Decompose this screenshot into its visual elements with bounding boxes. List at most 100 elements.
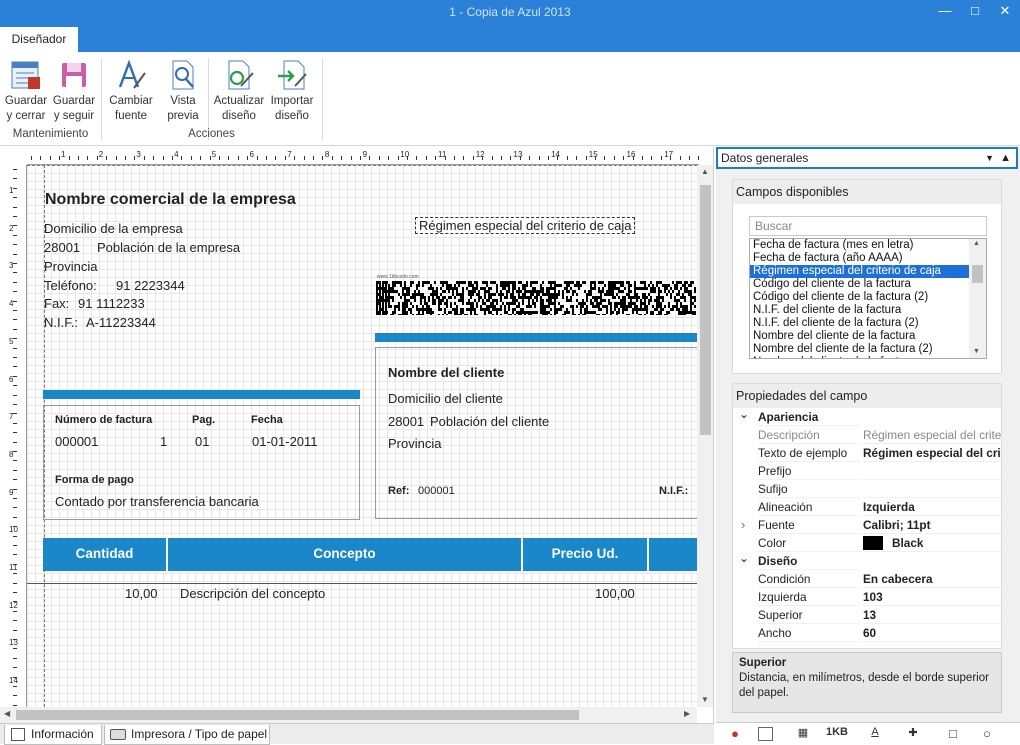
- property-row[interactable]: DescripciónRégimen especial del criterio…: [733, 426, 1001, 444]
- scroll-down-icon[interactable]: ▼: [701, 695, 709, 704]
- page-total[interactable]: 01: [195, 434, 209, 449]
- rectangle-icon[interactable]: □: [942, 726, 964, 742]
- regime-field-selected[interactable]: Régimen especial del criterio de caja: [415, 217, 636, 234]
- search-input[interactable]: Buscar: [749, 216, 987, 236]
- client-province[interactable]: Provincia: [388, 436, 441, 451]
- circle-icon[interactable]: ○: [976, 726, 998, 742]
- guardar-cerrar-button[interactable]: Guardar y cerrar: [4, 58, 48, 124]
- data-source-dropdown[interactable]: Datos generales ▼ ▲: [716, 147, 1018, 169]
- date-label[interactable]: Fecha: [251, 414, 283, 426]
- text-icon[interactable]: A: [864, 726, 886, 742]
- field-list-item[interactable]: Nombre del cliente de la factura (2): [750, 343, 986, 356]
- horizontal-scroll-thumb[interactable]: [16, 710, 579, 720]
- fields-scrollbar[interactable]: ▲ ▼: [969, 239, 986, 358]
- property-row[interactable]: Izquierda 103: [733, 588, 1001, 606]
- ruler-horizontal[interactable]: 1 2 3 4 5 6 7 8 9 10 11 12 13 14 15 16 17: [27, 147, 700, 165]
- vertical-scroll-thumb[interactable]: [700, 185, 711, 435]
- report-canvas[interactable]: Nombre comercial de la empresa Domicilio…: [27, 165, 697, 707]
- column-precio[interactable]: Precio Ud.: [523, 538, 647, 571]
- client-address[interactable]: Domicilio del cliente: [388, 391, 503, 406]
- table-icon[interactable]: ▦: [792, 726, 814, 742]
- palette-icon[interactable]: ●: [724, 726, 746, 742]
- property-row[interactable]: Superior 13: [733, 606, 1001, 624]
- line-icon[interactable]: ✚: [902, 726, 924, 742]
- horizontal-scrollbar[interactable]: ◀ ▶: [0, 707, 697, 723]
- nif-value[interactable]: A-11223344: [86, 315, 156, 330]
- fax-label[interactable]: Fax:: [44, 296, 69, 311]
- fields-list[interactable]: Fecha de factura (mes en letra) Fecha de …: [749, 238, 987, 359]
- fields-scroll-thumb[interactable]: [972, 265, 983, 283]
- guardar-seguir-button[interactable]: Guardar y seguir: [52, 58, 96, 124]
- tab-disenador[interactable]: Diseñador: [0, 27, 78, 52]
- field-list-item[interactable]: Código del cliente de la factura (2): [750, 291, 986, 304]
- property-row[interactable]: › Fuente Calibri; 11pt: [733, 516, 1001, 534]
- property-value[interactable]: 60: [863, 624, 1001, 642]
- property-value[interactable]: Régimen especial del criterio de caja: [863, 426, 1001, 444]
- scroll-up-icon[interactable]: ▲: [701, 167, 709, 176]
- invoice-number[interactable]: 000001: [55, 434, 98, 449]
- page-number[interactable]: 1: [160, 434, 167, 449]
- ruler-vertical[interactable]: 1 2 3 4 5 6 7 8 9 10 11 12 13 14: [0, 165, 27, 707]
- field-list-item[interactable]: N.I.F. del cliente de la factura: [750, 304, 986, 317]
- property-row[interactable]: Alineación Izquierda: [733, 498, 1001, 516]
- line-concept[interactable]: Descripción del concepto: [180, 586, 325, 601]
- field-list-item[interactable]: Código del cliente de la factura: [750, 278, 986, 291]
- ref-label[interactable]: Ref:: [388, 485, 409, 497]
- scroll-left-icon[interactable]: ◀: [4, 709, 10, 718]
- field-list-item[interactable]: N.I.F. del cliente de la factura (2): [750, 317, 986, 330]
- vertical-scrollbar[interactable]: ▲ ▼: [697, 165, 713, 707]
- property-row[interactable]: Color Black: [733, 534, 1001, 552]
- property-value[interactable]: Black: [863, 534, 1001, 552]
- client-zip[interactable]: 28001: [388, 414, 424, 429]
- property-value[interactable]: [863, 462, 1001, 480]
- importar-diseno-button[interactable]: Importar diseño: [268, 58, 316, 124]
- property-category[interactable]: ⌄ Apariencia: [733, 405, 1001, 426]
- page-label[interactable]: Pag.: [192, 414, 215, 426]
- company-address[interactable]: Domicilio de la empresa: [44, 221, 183, 236]
- column-cantidad[interactable]: Cantidad: [43, 538, 166, 571]
- invoice-date[interactable]: 01-01-2011: [252, 434, 318, 449]
- property-value[interactable]: Régimen especial del criterio de caja: [863, 444, 1001, 462]
- property-value[interactable]: Izquierda: [863, 498, 1001, 516]
- chevron-down-icon[interactable]: ⌄: [739, 549, 749, 567]
- close-icon[interactable]: ✕: [990, 0, 1020, 24]
- chevron-down-icon[interactable]: ⌄: [739, 405, 749, 423]
- tab-informacion[interactable]: Información: [4, 725, 102, 745]
- scroll-up-icon[interactable]: ▲: [973, 240, 980, 247]
- payment-value[interactable]: Contado por transferencia bancaria: [55, 494, 259, 509]
- field-list-item[interactable]: Fecha de factura (mes en letra): [750, 239, 986, 252]
- vista-previa-button[interactable]: Vista previa: [162, 58, 204, 124]
- property-value[interactable]: 103: [863, 588, 1001, 606]
- nif-label[interactable]: N.I.F.:: [44, 315, 78, 330]
- fax-value[interactable]: 91 1112233: [78, 296, 145, 311]
- company-name[interactable]: Nombre comercial de la empresa: [45, 191, 296, 209]
- minimize-icon[interactable]: —: [930, 0, 960, 24]
- barcode-icon[interactable]: 1KB: [826, 726, 848, 742]
- phone-label[interactable]: Teléfono:: [44, 278, 97, 293]
- field-list-item[interactable]: Nombre del cliente de la factura: [750, 356, 986, 358]
- property-row[interactable]: Sufijo: [733, 480, 1001, 498]
- property-value[interactable]: 13: [863, 606, 1001, 624]
- line-quantity[interactable]: 10,00: [125, 586, 158, 601]
- phone-value[interactable]: 91 2223344: [116, 278, 185, 293]
- ref-value[interactable]: 000001: [418, 485, 455, 497]
- field-list-item[interactable]: Fecha de factura (año AAAA): [750, 252, 986, 265]
- chevron-down-icon[interactable]: ▼: [985, 149, 994, 167]
- document-icon[interactable]: [758, 727, 773, 741]
- actualizar-diseno-button[interactable]: Actualizar diseño: [213, 58, 265, 124]
- property-row[interactable]: Texto de ejemplo Régimen especial del cri…: [733, 444, 1001, 462]
- tab-impresora[interactable]: Impresora / Tipo de papel: [104, 725, 270, 745]
- detail-band-separator[interactable]: [27, 583, 697, 584]
- line-price[interactable]: 100,00: [595, 586, 635, 601]
- property-category[interactable]: ⌄ Diseño: [733, 549, 1001, 570]
- field-list-item[interactable]: Régimen especial del criterio de caja: [750, 265, 986, 278]
- field-list-item[interactable]: Nombre del cliente de la factura: [750, 330, 986, 343]
- maximize-icon[interactable]: □: [960, 0, 990, 24]
- client-name[interactable]: Nombre del cliente: [388, 365, 504, 380]
- column-concepto[interactable]: Concepto: [168, 538, 521, 571]
- property-row[interactable]: Condición En cabecera: [733, 570, 1001, 588]
- property-value[interactable]: En cabecera: [863, 570, 1001, 588]
- chevron-right-icon[interactable]: ›: [741, 516, 745, 534]
- property-value[interactable]: [863, 480, 1001, 498]
- company-city[interactable]: Población de la empresa: [97, 240, 240, 255]
